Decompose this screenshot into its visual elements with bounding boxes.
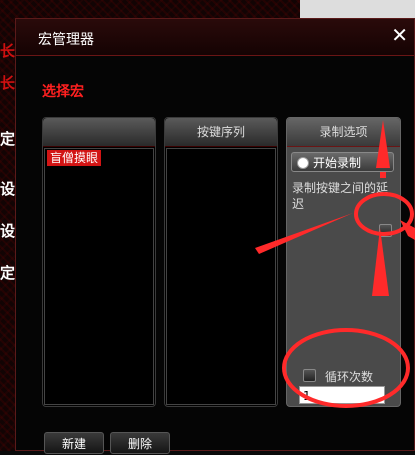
- section-title-select-macro: 选择宏: [42, 84, 84, 100]
- side-glyph-1: 长: [0, 42, 16, 60]
- macro-list[interactable]: 盲僧摸眼: [44, 148, 154, 405]
- loop-count-checkbox[interactable]: [303, 369, 316, 382]
- loop-count-input[interactable]: 1: [299, 386, 385, 404]
- side-glyph-5: 设: [0, 222, 16, 240]
- key-sequence-panel: 按键序列: [164, 117, 278, 407]
- side-glyph-6: 定: [0, 264, 16, 282]
- side-glyph-2: 长: [0, 74, 16, 92]
- record-options-panel: 录制选项 开始录制 录制按键之间的延迟 循环次数 1: [286, 117, 401, 407]
- loop-count-label: 循环次数: [325, 370, 374, 384]
- start-record-button[interactable]: 开始录制: [291, 152, 394, 172]
- macro-manager-dialog: 宏管理器 ✕ 选择宏 盲僧摸眼 按键序列 录制选项 开始录制 录制按键之间的延迟…: [15, 18, 415, 454]
- radio-icon: [297, 157, 309, 169]
- record-delay-checkbox[interactable]: [379, 224, 392, 237]
- close-icon[interactable]: ✕: [391, 25, 408, 45]
- top-background-strip: [300, 0, 415, 18]
- key-sequence-header: 按键序列: [165, 118, 277, 147]
- side-glyph-3: 定: [0, 130, 16, 148]
- dialog-title: 宏管理器: [38, 32, 94, 48]
- macro-list-item[interactable]: 盲僧摸眼: [47, 150, 102, 166]
- dialog-titlebar: 宏管理器 ✕: [16, 19, 414, 56]
- record-delay-label: 录制按键之间的延迟: [292, 181, 389, 211]
- start-record-label: 开始录制: [313, 156, 362, 170]
- side-glyph-4: 设: [0, 180, 16, 198]
- macro-list-header: [43, 118, 155, 147]
- macro-list-panel: 盲僧摸眼: [42, 117, 156, 407]
- record-options-header: 录制选项: [287, 118, 400, 147]
- key-sequence-list[interactable]: [166, 148, 276, 405]
